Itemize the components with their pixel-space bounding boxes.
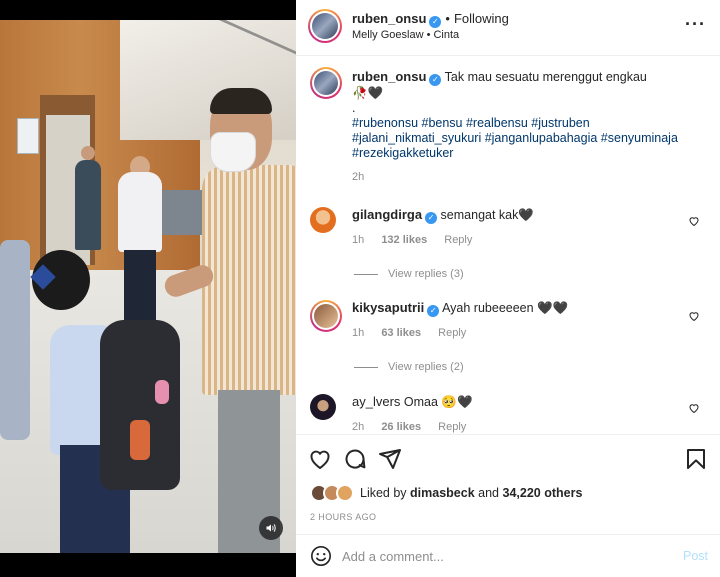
replies-divider: [354, 273, 378, 275]
likes-others-count[interactable]: 34,220 others: [503, 486, 583, 500]
speaker-icon: [266, 524, 276, 532]
replies-divider: [354, 366, 378, 368]
commenter-avatar[interactable]: [310, 394, 336, 420]
view-replies-label: View replies (2): [388, 361, 464, 373]
commenter-username[interactable]: kikysaputrii: [352, 300, 424, 315]
comment-likes[interactable]: 26 likes: [381, 421, 421, 433]
reply-button[interactable]: Reply: [438, 421, 466, 433]
man-figure: [161, 88, 296, 553]
share-icon[interactable]: [378, 447, 402, 471]
comment-time: 2h: [352, 421, 365, 433]
background-person: [75, 146, 101, 250]
comment-like-heart-icon[interactable]: [688, 402, 700, 414]
liker-avatar: [336, 484, 354, 502]
comment-meta: 2h 26 likes Reply: [352, 421, 480, 433]
caption-text: Tak mau sesuatu merenggut engkau: [444, 70, 647, 84]
background-poster: [17, 118, 39, 154]
view-replies-button[interactable]: View replies (3): [354, 268, 464, 280]
verified-badge-icon: ✓: [427, 305, 440, 317]
comment-text: semangat kak🖤: [440, 208, 534, 222]
likes-text: Liked by dimasbeck and 34,220 others: [360, 486, 582, 500]
comment-text: Ayah rubeeeeen 🖤🖤: [442, 301, 569, 315]
reply-button[interactable]: Reply: [444, 234, 472, 246]
caption-body: ruben_onsu ✓ Tak mau sesuatu merenggut en…: [352, 69, 702, 185]
post-header: ruben_onsu ✓ • Following Melly Goeslaw • Ci…: [296, 0, 720, 56]
caption-time: 2h: [352, 171, 365, 183]
post-comment-button[interactable]: Post: [683, 549, 708, 563]
header-title-line: ruben_onsu ✓ • Following: [352, 10, 509, 28]
comment-meta: 1h 63 likes Reply: [352, 327, 480, 339]
comment-like-heart-icon[interactable]: [688, 310, 700, 322]
likes-prefix: Liked by: [360, 486, 407, 500]
comment-text: Omaa 🥺🖤: [403, 395, 473, 409]
comment-time: 1h: [352, 327, 365, 339]
audio-track-link[interactable]: Melly Goeslaw • Cinta: [352, 29, 459, 41]
separator-dot: •: [445, 11, 450, 26]
more-options-icon[interactable]: ···: [685, 14, 706, 35]
commenter-avatar[interactable]: [310, 207, 336, 233]
post-actions: Liked by dimasbeck and 34,220 others 2 H…: [296, 434, 720, 534]
post-video[interactable]: [0, 20, 296, 553]
post-timestamp[interactable]: 2 HOURS AGO: [310, 512, 376, 522]
author-avatar[interactable]: [308, 9, 342, 43]
caption-avatar[interactable]: [310, 67, 342, 99]
emoji-icon[interactable]: [310, 545, 332, 567]
caption-username[interactable]: ruben_onsu: [352, 69, 426, 84]
comment-meta: 1h 132 likes Reply: [352, 234, 486, 246]
instagram-post-modal: ruben_onsu ✓ • Following Melly Goeslaw • Ci…: [0, 0, 720, 577]
verified-badge-icon: ✓: [429, 16, 442, 28]
comment-like-heart-icon[interactable]: [688, 215, 700, 227]
following-button[interactable]: Following: [454, 11, 509, 26]
likes-and: and: [478, 486, 500, 500]
view-replies-label: View replies (3): [388, 268, 464, 280]
caption-dot: .: [352, 101, 356, 115]
audio-toggle-button[interactable]: [259, 516, 283, 540]
caption-hashtags[interactable]: #rubenonsu #bensu #realbensu #justruben …: [352, 116, 678, 160]
comments-list: ruben_onsu ✓ Tak mau sesuatu merenggut en…: [296, 57, 720, 434]
liker-username[interactable]: dimasbeck: [410, 486, 475, 500]
comment-text-line: gilangdirga ✓ semangat kak🖤: [352, 207, 672, 224]
add-comment-bar: Post: [296, 534, 720, 577]
comment-input[interactable]: [342, 543, 662, 569]
bookmark-icon[interactable]: [684, 447, 708, 471]
comment-time: 1h: [352, 234, 365, 246]
post-media: [0, 0, 296, 577]
post-details-panel: ruben_onsu ✓ • Following Melly Goeslaw • Ci…: [296, 0, 720, 577]
caption-emoji: 🥀🖤: [352, 86, 384, 100]
comment-likes[interactable]: 132 likes: [381, 234, 427, 246]
heart-icon[interactable]: [308, 447, 332, 471]
comment-text-line: kikysaputrii ✓ Ayah rubeeeeen 🖤🖤: [352, 300, 672, 317]
comment-icon[interactable]: [343, 447, 367, 471]
commenter-username[interactable]: gilangdirga: [352, 207, 422, 222]
reply-button[interactable]: Reply: [438, 327, 466, 339]
child-figure: [20, 250, 180, 553]
comment-text-line: ay_lvers Omaa 🥺🖤: [352, 394, 672, 410]
view-replies-button[interactable]: View replies (2): [354, 361, 464, 373]
verified-badge-icon: ✓: [425, 212, 438, 224]
verified-badge-icon: ✓: [429, 74, 442, 86]
comment-likes[interactable]: 63 likes: [381, 327, 421, 339]
liker-avatars: [310, 483, 360, 503]
commenter-avatar[interactable]: [310, 300, 342, 332]
commenter-username[interactable]: ay_lvers: [352, 394, 400, 409]
author-username[interactable]: ruben_onsu: [352, 11, 426, 26]
